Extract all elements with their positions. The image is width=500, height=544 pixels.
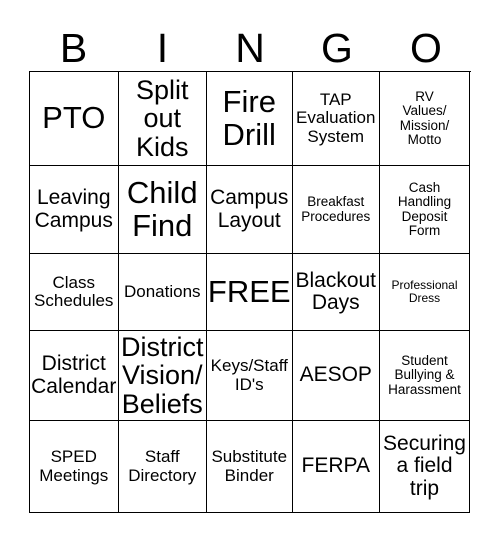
bingo-cell-label: Substitute Binder [211,447,288,485]
bingo-cell[interactable]: Securing a field trip [380,421,470,513]
bingo-cell-label: PTO [42,100,106,136]
bingo-row: Class Schedules Donations FREE Blackout Day… [30,254,471,331]
bingo-cell[interactable]: Student Bullying & Harassment [380,331,470,421]
bingo-row: Leaving Campus Child Find Campus Layout Bre… [30,166,471,254]
bingo-cell[interactable]: Substitute Binder [207,421,293,513]
bingo-header-letter-o: O [410,25,442,71]
bingo-header-letter-g: G [321,25,353,71]
bingo-cell[interactable]: SPED Meetings [30,421,119,513]
bingo-cell[interactable]: Class Schedules [30,254,119,331]
bingo-cell-label: District Vision/ Beliefs [121,331,204,419]
bingo-cell[interactable]: Leaving Campus [30,166,119,254]
bingo-cell-label: TAP Evaluation System [296,90,376,146]
bingo-grid: PTO Split out Kids Fire Drill TAP Evaluatio… [29,71,471,513]
bingo-cell[interactable]: Professional Dress [380,254,470,331]
bingo-cell[interactable]: Split out Kids [118,72,207,166]
bingo-cell[interactable]: RV Values/ Mission/ Motto [380,72,470,166]
bingo-cell[interactable]: Campus Layout [207,166,293,254]
bingo-cell[interactable]: Fire Drill [207,72,293,166]
bingo-header-letter-n: N [235,25,265,71]
bingo-header-letter-b: B [59,25,88,71]
bingo-cell[interactable]: District Vision/ Beliefs [118,331,207,421]
bingo-cell-label: AESOP [299,363,372,387]
bingo-cell-label: Child Find [126,174,198,243]
bingo-cell-label: FERPA [301,454,370,478]
bingo-card: B I N G O PTO Split out Kids Fire Drill TAP Eva… [29,12,471,513]
bingo-cell-label: Cash Handling Deposit Form [397,179,452,238]
bingo-cell-label: Blackout Days [295,268,377,314]
bingo-cell-label: Professional Dress [391,278,458,305]
bingo-cell-label: SPED Meetings [39,447,109,485]
bingo-cell[interactable]: Staff Directory [118,421,207,513]
bingo-header-row: BINGO [29,12,471,71]
bingo-cell-label: FREE [207,273,291,309]
bingo-cell-label: Staff Directory [128,447,197,485]
bingo-cell-label: Securing a field trip [383,432,466,500]
bingo-cell[interactable]: Child Find [118,166,207,254]
bingo-cell-label: Breakfast Procedures [301,194,371,224]
bingo-cell-label: RV Values/ Mission/ Motto [399,88,450,147]
bingo-free-space[interactable]: FREE [207,254,293,331]
bingo-cell[interactable]: Blackout Days [292,254,380,331]
bingo-cell[interactable]: District Calendar [30,331,119,421]
bingo-cell[interactable]: FERPA [292,421,380,513]
bingo-cell-label: Class Schedules [34,272,114,310]
bingo-cell[interactable]: Donations [118,254,207,331]
bingo-cell-label: Split out Kids [135,74,189,162]
bingo-cell[interactable]: TAP Evaluation System [292,72,380,166]
bingo-row: SPED Meetings Staff Directory Substitute B… [30,421,471,513]
bingo-cell[interactable]: Breakfast Procedures [292,166,380,254]
bingo-cell-label: Donations [123,281,201,301]
bingo-row: District Calendar District Vision/ Belief… [30,331,471,421]
bingo-cell[interactable]: Cash Handling Deposit Form [380,166,470,254]
bingo-cell-label: Campus Layout [210,186,289,232]
bingo-cell-label: District Calendar [31,352,117,398]
bingo-cell-label: Student Bullying & Harassment [388,353,461,397]
bingo-cell-label: Leaving Campus [34,186,113,232]
bingo-cell[interactable]: AESOP [292,331,380,421]
bingo-cell[interactable]: PTO [30,72,119,166]
bingo-header-letter-i: I [156,25,169,71]
bingo-cell[interactable]: Keys/Staff ID's [207,331,293,421]
bingo-row: PTO Split out Kids Fire Drill TAP Evaluatio… [30,72,471,166]
bingo-cell-label: Keys/Staff ID's [210,356,288,394]
bingo-cell-label: Fire Drill [222,83,276,152]
